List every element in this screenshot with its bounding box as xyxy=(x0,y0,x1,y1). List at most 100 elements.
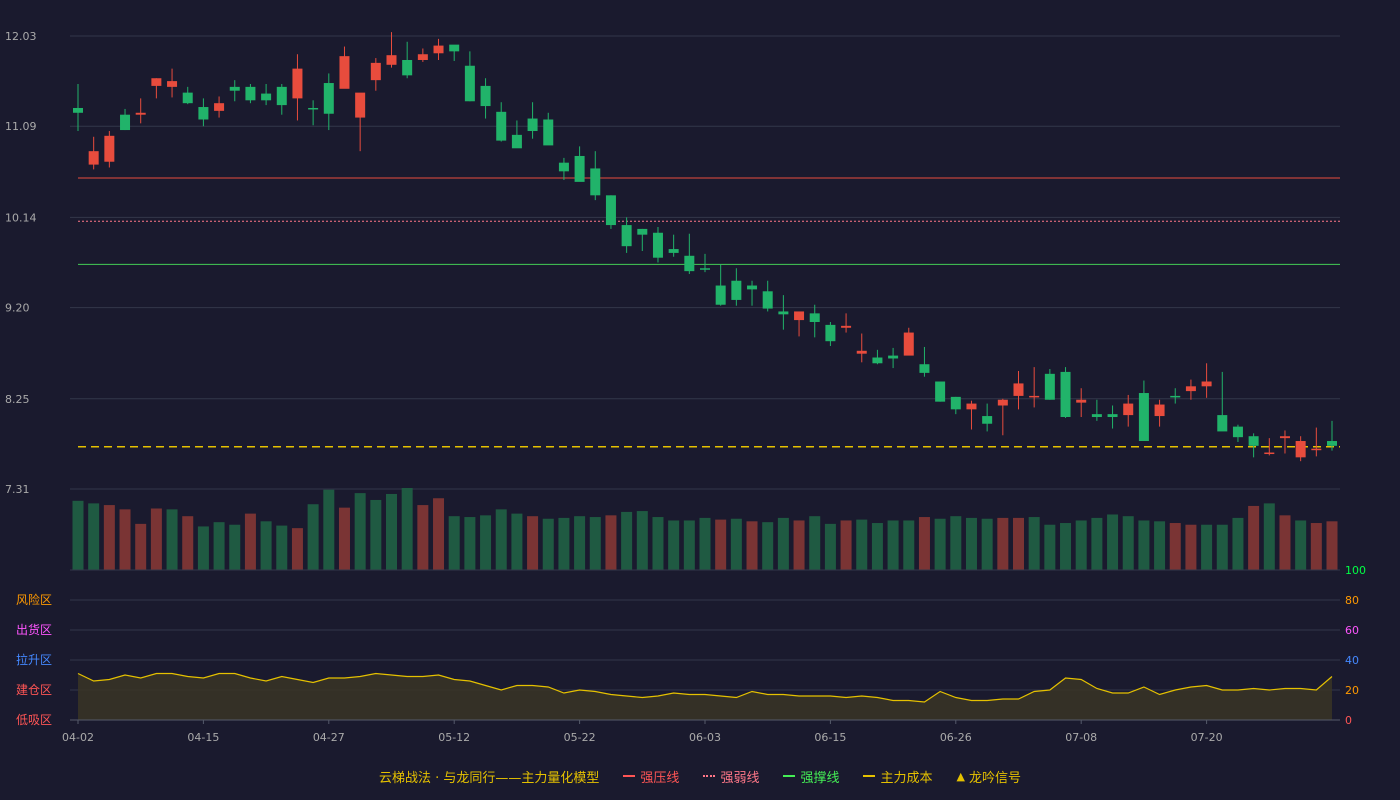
candle-body xyxy=(1044,373,1055,400)
candle-body xyxy=(997,399,1008,406)
volume-bar xyxy=(793,520,805,570)
candle-body xyxy=(637,228,648,235)
volume-bar xyxy=(699,517,711,570)
volume-bar xyxy=(291,528,303,570)
candle-body xyxy=(1201,381,1212,387)
candle-body xyxy=(120,114,131,131)
volume-bar xyxy=(260,521,272,570)
candle-body xyxy=(715,285,726,305)
candle-body xyxy=(605,195,616,226)
candle-body xyxy=(151,78,162,86)
volume-bar xyxy=(1028,517,1040,570)
volume-bar xyxy=(887,520,899,570)
volume-bar xyxy=(1326,521,1338,570)
x-tick-label: 06-26 xyxy=(940,731,972,744)
candle-body xyxy=(386,55,397,65)
oscillator-tick-label: 0 xyxy=(1345,714,1352,727)
oscillator-zone-label: 风险区 xyxy=(16,592,52,607)
x-tick-label: 05-12 xyxy=(438,731,470,744)
volume-bar xyxy=(307,504,319,570)
triangle-icon: ▲ xyxy=(956,769,965,783)
legend-item-strong-weak[interactable]: 强弱线 xyxy=(703,767,759,786)
volume-bar xyxy=(119,509,131,570)
volume-bar xyxy=(777,517,789,570)
candle-body xyxy=(1029,395,1040,398)
candle-body xyxy=(982,416,993,424)
volume-bar xyxy=(730,518,742,570)
candle-body xyxy=(590,168,601,196)
volume-bar xyxy=(1185,524,1197,570)
candle-body xyxy=(214,103,225,111)
volume-bar xyxy=(824,523,836,570)
volume-bar xyxy=(652,517,664,570)
chart-legend: 云梯战法 · 与龙同行——主力量化模型 强压线 强弱线 强撑线 主力成本 ▲ 龙… xyxy=(0,766,1400,786)
volume-bar xyxy=(527,516,539,570)
volume-bar xyxy=(464,517,476,570)
volume-bar xyxy=(197,526,209,570)
candle-body xyxy=(950,396,961,410)
volume-bar xyxy=(1013,517,1024,570)
volume-bar xyxy=(1310,523,1322,570)
candlestick-chart-svg: 12.03 11.09 10.14 9.20 8.25 7.31 100 80 60 40 20 0 风… xyxy=(5,30,1366,744)
candle-body xyxy=(308,107,319,110)
candle-body xyxy=(402,59,413,76)
volume-bar xyxy=(636,511,648,570)
oscillator-tick-label: 100 xyxy=(1345,564,1366,577)
candle-body xyxy=(370,62,381,81)
candle-body xyxy=(903,332,914,356)
price-tick-label: 9.20 xyxy=(5,302,30,315)
volume-bar xyxy=(809,516,821,570)
price-tick-label: 7.31 xyxy=(5,483,30,496)
candle-body xyxy=(1232,426,1243,438)
price-tick-label: 11.09 xyxy=(5,120,37,133)
volume-bar xyxy=(1122,516,1134,570)
volume-bar xyxy=(150,508,162,570)
candle-body xyxy=(1013,383,1024,396)
legend-label-signal: 龙吟信号 xyxy=(968,770,1021,786)
volume-bar xyxy=(1107,514,1119,570)
oscillator-tick-label: 40 xyxy=(1345,654,1359,667)
oscillator-tick-label: 80 xyxy=(1345,594,1359,607)
x-tick-label: 07-20 xyxy=(1191,731,1223,744)
candle-body xyxy=(1185,386,1196,392)
volume-bar xyxy=(323,489,335,570)
volume-bar xyxy=(981,518,993,570)
candle-body xyxy=(433,45,444,54)
volume-bar xyxy=(1248,505,1260,570)
volume-bar xyxy=(605,515,617,570)
legend-item-main-cost[interactable]: 主力成本 xyxy=(863,767,932,786)
legend-swatch-support xyxy=(783,775,796,777)
candle-body xyxy=(668,249,679,253)
oscillator-zone-label: 低吸区 xyxy=(16,713,52,727)
candle-body xyxy=(966,403,977,410)
oscillator-zone-label: 拉升区 xyxy=(16,652,52,667)
legend-label-weak: 强弱线 xyxy=(720,770,760,786)
legend-model-label: 云梯战法 · 与龙同行——主力量化模型 xyxy=(379,770,600,786)
candle-body xyxy=(464,65,475,102)
candle-body xyxy=(1327,441,1337,446)
legend-label-support: 强撑线 xyxy=(800,770,840,786)
candle-body xyxy=(1248,436,1259,446)
candle-body xyxy=(1060,371,1071,418)
volume-bar xyxy=(1060,523,1072,570)
x-tick-label: 07-08 xyxy=(1065,731,1097,744)
candle-body xyxy=(1264,452,1275,455)
candle-body xyxy=(292,68,303,99)
candle-body xyxy=(1107,414,1118,418)
volume-bar xyxy=(856,519,868,570)
volume-bar xyxy=(903,520,915,570)
volume-bar xyxy=(401,488,413,570)
candle-body xyxy=(1170,395,1181,398)
legend-item-dragon-signal[interactable]: ▲ 龙吟信号 xyxy=(956,767,1020,786)
legend-item-strong-pressure[interactable]: 强压线 xyxy=(623,767,679,786)
volume-bar xyxy=(229,524,241,570)
candle-body xyxy=(104,135,115,162)
x-tick-label: 06-15 xyxy=(814,731,846,744)
volume-bar xyxy=(354,493,366,570)
volume-bar xyxy=(276,525,288,570)
volume-bar xyxy=(182,516,194,570)
candle-body xyxy=(872,357,883,364)
legend-item-strong-support[interactable]: 强撑线 xyxy=(783,767,839,786)
x-tick-label: 06-03 xyxy=(689,731,721,744)
candle-body xyxy=(1311,448,1322,451)
